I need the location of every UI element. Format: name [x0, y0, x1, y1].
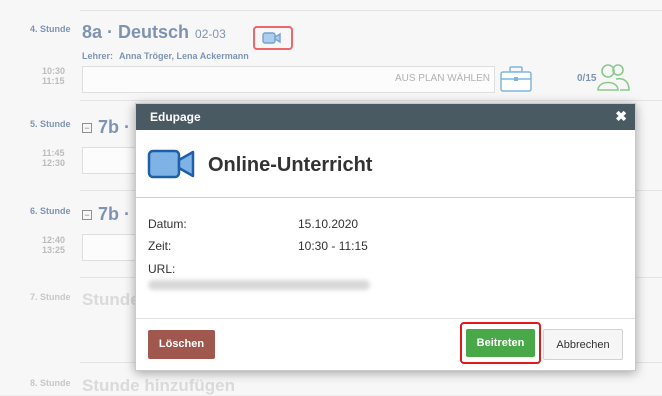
time-value: 10:30 - 11:15: [298, 239, 368, 253]
date-label: Datum:: [148, 217, 187, 231]
dialog-title-row: Online-Unterricht: [136, 130, 635, 198]
dialog-title: Online-Unterricht: [208, 154, 373, 176]
cancel-button[interactable]: Abbrechen: [543, 329, 623, 360]
online-lesson-dialog: Edupage ✖ Online-Unterricht Datum: 15.10…: [135, 103, 636, 371]
dialog-header: Edupage ✖: [136, 104, 635, 130]
video-camera-icon: [147, 149, 195, 179]
date-value: 15.10.2020: [298, 217, 359, 231]
delete-button[interactable]: Löschen: [148, 330, 215, 359]
dialog-footer: Löschen Beitreten Abbrechen: [136, 318, 635, 370]
close-icon[interactable]: ✖: [615, 108, 627, 125]
url-value-redacted[interactable]: [148, 280, 370, 290]
time-label: Zeit:: [148, 239, 172, 253]
dialog-header-title: Edupage: [150, 110, 201, 124]
join-button[interactable]: Beitreten: [466, 329, 535, 357]
url-label: URL:: [148, 262, 176, 276]
join-button-highlight: Beitreten: [460, 322, 541, 364]
